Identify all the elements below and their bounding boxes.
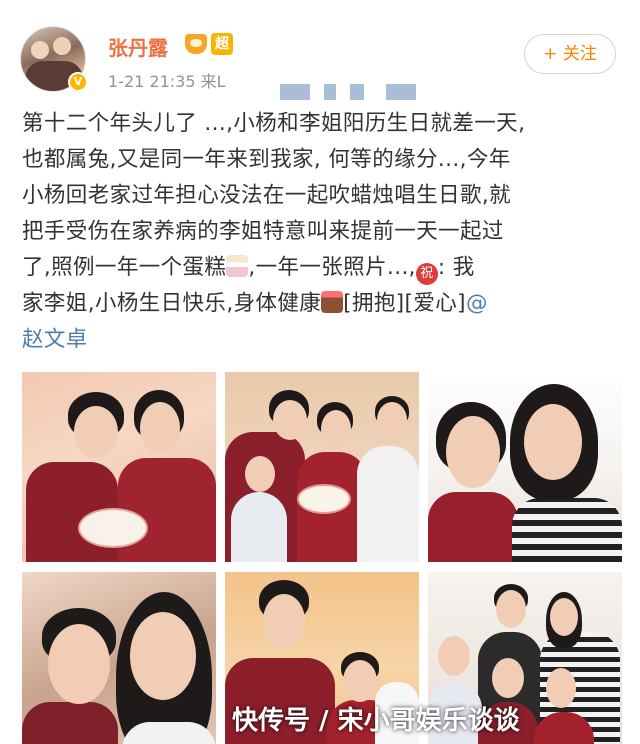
photo-4[interactable] [22, 572, 216, 744]
avatar-face [53, 37, 71, 55]
post-line: 了,照例一年一个蛋糕 ,一年一张照片..., 祝: 我 [22, 250, 622, 286]
person-face [263, 594, 305, 648]
post-line: 也都属兔,又是同一年来到我家, 何等的缘分...,今年 [22, 147, 511, 172]
cake-image [297, 484, 351, 514]
cake-emoji-icon [226, 255, 249, 277]
person-shirt [118, 458, 216, 562]
post-line: 家李姐,小杨生日快乐,身体健康 [拥抱][爱心]@ [22, 286, 622, 322]
person-shirt [428, 492, 518, 562]
person-face [48, 624, 110, 704]
person-face [377, 402, 407, 438]
post-line: 小杨回老家过年担心没法在一起吹蜡烛唱生日歌,就 [22, 183, 512, 208]
person-face [245, 456, 275, 492]
photo-1[interactable] [22, 372, 216, 562]
post-timestamp: 1-21 21:35 来L [108, 72, 226, 91]
redaction-block [280, 84, 310, 100]
crown-icon [185, 34, 207, 54]
person-face [546, 668, 576, 708]
post-text-span: 了,照例一年一个蛋糕 [22, 255, 227, 280]
person-shirt [231, 492, 287, 562]
person-face [446, 416, 500, 488]
photo-grid [22, 372, 622, 744]
post-body: 第十二个年头儿了 ...,小杨和李姐阳历生日就差一天, 也都属兔,又是同一年来到… [22, 106, 622, 358]
person-face [130, 612, 196, 700]
post-header: V 张丹露 超 1-21 21:35 来L + 关注 [0, 0, 640, 108]
post-text-span: ,一年一张照片..., [248, 255, 416, 280]
post-line: 第十二个年头儿了 ...,小杨和李姐阳历生日就差一天, [22, 111, 526, 136]
redaction-block [324, 84, 336, 100]
person-face [550, 598, 578, 636]
avatar-face [31, 41, 49, 59]
zhu-emoji-icon: 祝 [415, 263, 438, 285]
post-line: 赵文卓 [22, 322, 622, 358]
mention-link[interactable]: 赵文卓 [22, 327, 88, 352]
mention-link[interactable]: @ [466, 291, 488, 316]
person-face [273, 400, 307, 440]
person-shirt [122, 722, 216, 744]
photo-2[interactable] [225, 372, 419, 562]
person-face [524, 404, 582, 480]
watermark: 快传号 / 宋小哥娱乐谈谈 [232, 706, 520, 736]
birthday-cake-emoji-icon [321, 291, 344, 313]
redaction-block [350, 84, 364, 100]
member-badge-icon: 超 [211, 33, 233, 55]
post-line: 把手受伤在家养病的李姐特意叫来提前一天一起过 [22, 219, 504, 244]
person-face [438, 636, 470, 676]
verified-icon: V [68, 72, 88, 92]
person-face [343, 660, 377, 702]
person-face [140, 402, 180, 454]
post-text-span: : 我 [437, 255, 475, 280]
person-shirt [512, 498, 622, 562]
person-shirt [357, 446, 419, 562]
cake-image [78, 508, 148, 548]
person-face [492, 658, 524, 698]
person-face [496, 590, 526, 628]
person-face [74, 406, 118, 458]
photo-3[interactable] [428, 372, 622, 562]
person-face [321, 410, 351, 448]
person-shirt [22, 702, 118, 744]
post-text-span: 家李姐,小杨生日快乐,身体健康 [22, 291, 322, 316]
follow-button[interactable]: + 关注 [524, 34, 616, 74]
redaction-block [386, 84, 416, 100]
emoji-text: [拥抱][爱心] [343, 291, 466, 316]
author-name[interactable]: 张丹露 [108, 32, 168, 61]
